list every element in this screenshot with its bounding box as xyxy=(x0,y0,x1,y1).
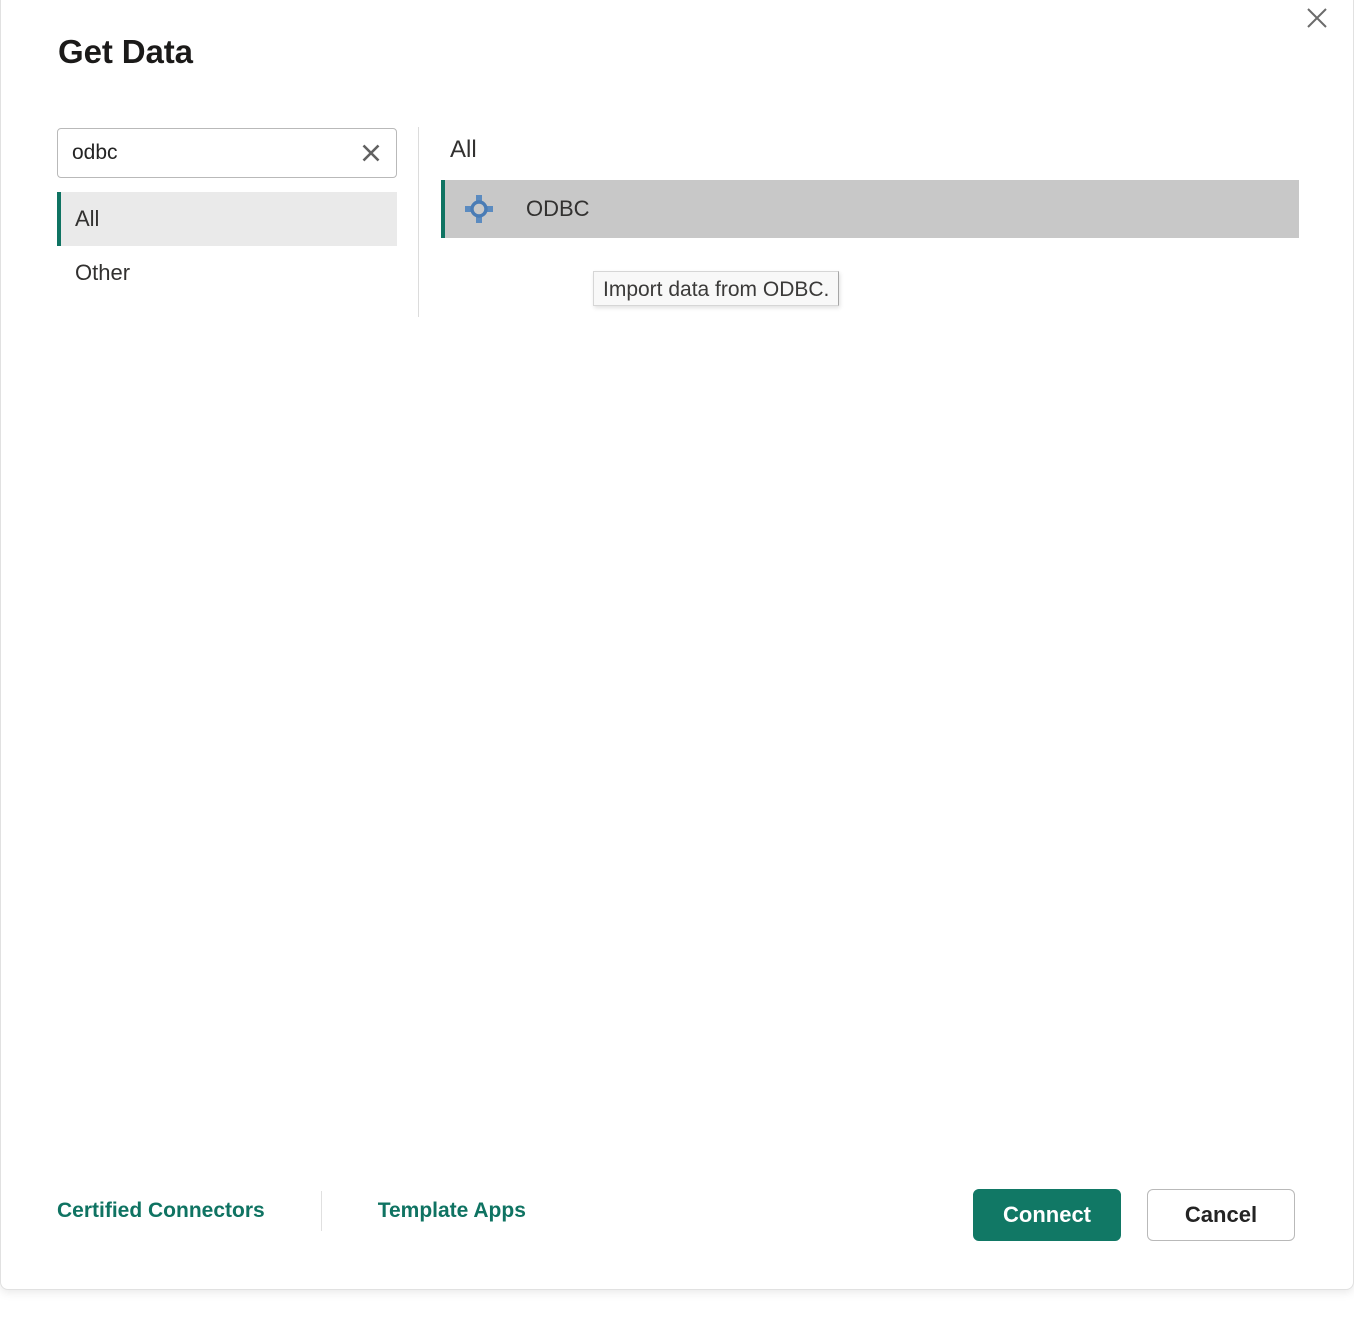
odbc-connector-icon xyxy=(463,193,495,225)
connect-button[interactable]: Connect xyxy=(973,1189,1121,1241)
sidebar-item-label: Other xyxy=(75,260,131,285)
close-icon[interactable] xyxy=(1295,0,1339,38)
clear-icon[interactable] xyxy=(354,137,388,169)
get-data-dialog: Get Data All Other All xyxy=(0,0,1354,1290)
footer-link-divider xyxy=(320,1191,322,1231)
search-input[interactable] xyxy=(58,129,348,177)
connector-item-label: ODBC xyxy=(526,196,590,221)
template-apps-link[interactable]: Template Apps xyxy=(378,1199,526,1223)
results-pane: All ODBC xyxy=(441,128,1299,238)
sidebar-item-label: All xyxy=(75,206,100,231)
pane-divider xyxy=(418,127,419,317)
footer-links: Certified Connectors Template Apps xyxy=(57,1191,526,1231)
tooltip: Import data from ODBC. xyxy=(593,271,840,306)
connector-item-odbc[interactable]: ODBC xyxy=(441,180,1299,238)
results-group-header: All xyxy=(450,136,477,163)
footer-buttons: Connect Cancel xyxy=(973,1189,1295,1241)
left-pane: All Other xyxy=(57,128,397,300)
sidebar-item-other[interactable]: Other xyxy=(57,246,397,300)
certified-connectors-link[interactable]: Certified Connectors xyxy=(57,1199,265,1223)
search-box[interactable] xyxy=(57,128,397,178)
category-list: All Other xyxy=(57,192,397,300)
page-title: Get Data xyxy=(58,33,193,70)
sidebar-item-all[interactable]: All xyxy=(57,192,397,246)
cancel-button[interactable]: Cancel xyxy=(1147,1189,1295,1241)
